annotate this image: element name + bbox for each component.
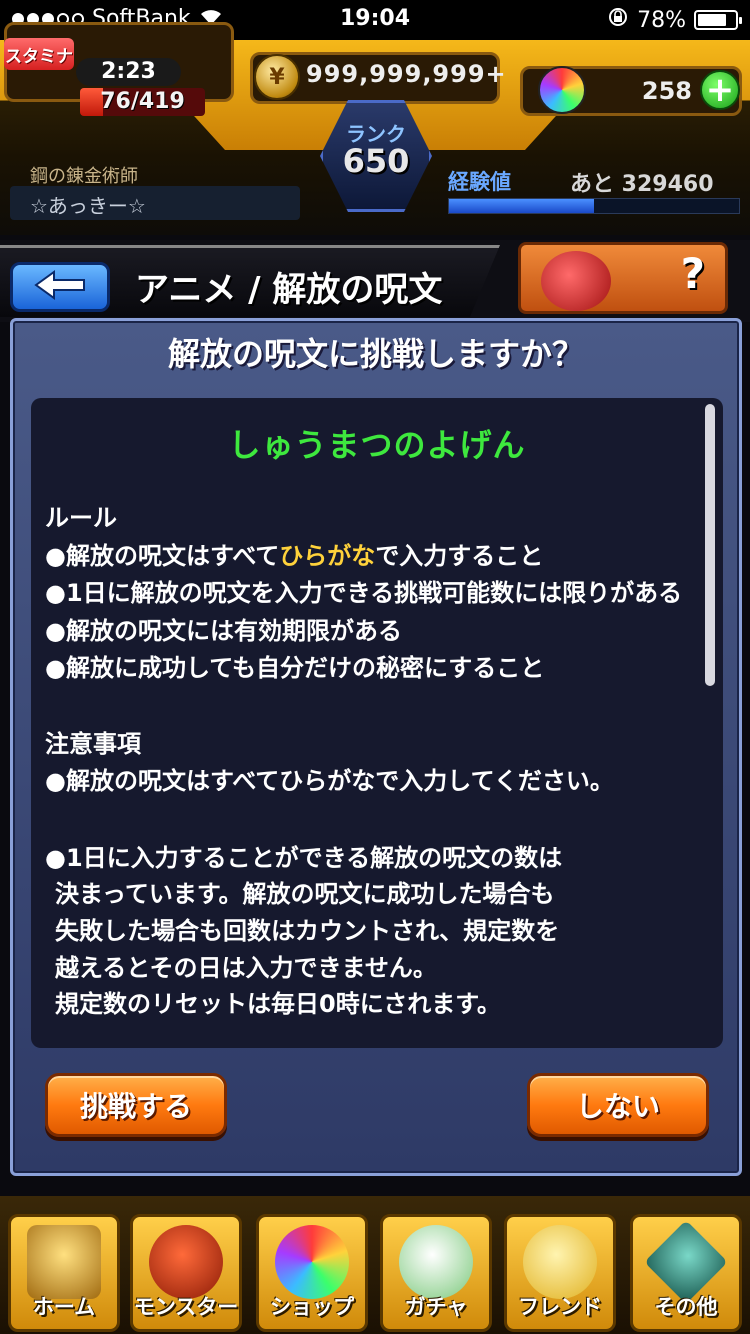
stamina-timer: 2:23: [76, 58, 181, 86]
orb-icon: [538, 66, 586, 114]
event-banner-thumbnail[interactable]: ?: [518, 242, 728, 314]
note-item-line: 規定数のリセットは毎日0時にされます。: [55, 990, 501, 1018]
monster-icon: [149, 1225, 223, 1299]
spell-keyword: しゅうまつのよげん: [228, 426, 526, 464]
rule-item: ●1日に解放の呪文を入力できる挑戦可能数には限りがある: [45, 579, 683, 607]
nav-label: その他: [654, 1295, 718, 1319]
nav-shop[interactable]: ショップ: [256, 1214, 368, 1332]
note-item-line: 決まっています。解放の呪文に成功した場合も: [55, 880, 555, 908]
nav-label: ホーム: [32, 1295, 96, 1319]
exp-bar: [448, 198, 740, 214]
battery-icon: [694, 10, 742, 30]
exp-remaining: あと 329460: [570, 172, 714, 197]
rotation-lock-icon: [607, 6, 629, 34]
orb-count: 258: [641, 77, 692, 105]
note-item-line: 失敗した場合も回数はカウントされ、規定数を: [55, 917, 560, 945]
nav-label: ガチャ: [404, 1295, 468, 1319]
back-arrow-icon: [32, 269, 88, 305]
nav-monster[interactable]: モンスター: [130, 1214, 242, 1332]
note-item: ●1日に入力することができる解放の呪文の数は: [45, 844, 563, 872]
egg-icon: [399, 1225, 473, 1299]
nav-label: モンスター: [133, 1295, 239, 1319]
nav-home[interactable]: ホーム: [8, 1214, 120, 1332]
stamina-label: スタミナ: [4, 38, 74, 70]
rule-item: ●解放に成功しても自分だけの秘密にすること: [45, 654, 545, 682]
dialog-title: 解放の呪文に挑戦しますか？: [167, 335, 584, 373]
exp-label: 経験値: [448, 170, 511, 194]
player-title: 鋼の錬金術師: [30, 166, 138, 187]
monster-mascot-icon: [541, 251, 611, 311]
friends-icon: [523, 1225, 597, 1299]
challenge-dialog: 解放の呪文に挑戦しますか？ しゅうまつのよげん ルール ●解放の呪文はすべてひら…: [10, 318, 742, 1176]
battery-percent: 78%: [637, 7, 686, 33]
stamina-value: 76/419: [100, 89, 185, 114]
nav-other[interactable]: その他: [630, 1214, 742, 1332]
coin-icon: ¥: [254, 54, 300, 100]
decline-button[interactable]: しない: [527, 1073, 709, 1137]
nav-gacha[interactable]: ガチャ: [380, 1214, 492, 1332]
rule-item: ●解放の呪文には有効期限がある: [45, 617, 402, 645]
home-gate-icon: [27, 1225, 101, 1299]
nav-friend[interactable]: フレンド: [504, 1214, 616, 1332]
player-name: ☆あっきー☆: [30, 194, 146, 218]
note-item-line: 越えるとその日は入力できません。: [55, 954, 437, 982]
rules-scroll-panel[interactable]: しゅうまつのよげん ルール ●解放の呪文はすべてひらがなで入力すること ●1日に…: [31, 398, 723, 1048]
note-item: ●解放の呪文はすべてひらがなで入力してください。: [45, 767, 614, 795]
scrollbar-thumb[interactable]: [705, 404, 715, 686]
question-mark-icon: ?: [680, 249, 705, 298]
rank-value: 650: [342, 142, 410, 180]
orb-shop-icon: [275, 1225, 349, 1299]
coin-count: 999,999,999+: [306, 60, 507, 88]
scrollbar[interactable]: [705, 404, 715, 1040]
nav-label: フレンド: [518, 1295, 602, 1319]
rules-heading: ルール: [45, 504, 117, 532]
nav-label: ショップ: [270, 1295, 354, 1319]
back-button[interactable]: [10, 262, 110, 312]
challenge-button[interactable]: 挑戦する: [45, 1073, 227, 1137]
rule-item: ●解放の呪文はすべてひらがなで入力すること: [45, 542, 544, 570]
buy-orbs-button[interactable]: +: [700, 70, 740, 110]
notes-heading: 注意事項: [45, 730, 141, 758]
screen-title: アニメ / 解放の呪文: [135, 270, 443, 310]
